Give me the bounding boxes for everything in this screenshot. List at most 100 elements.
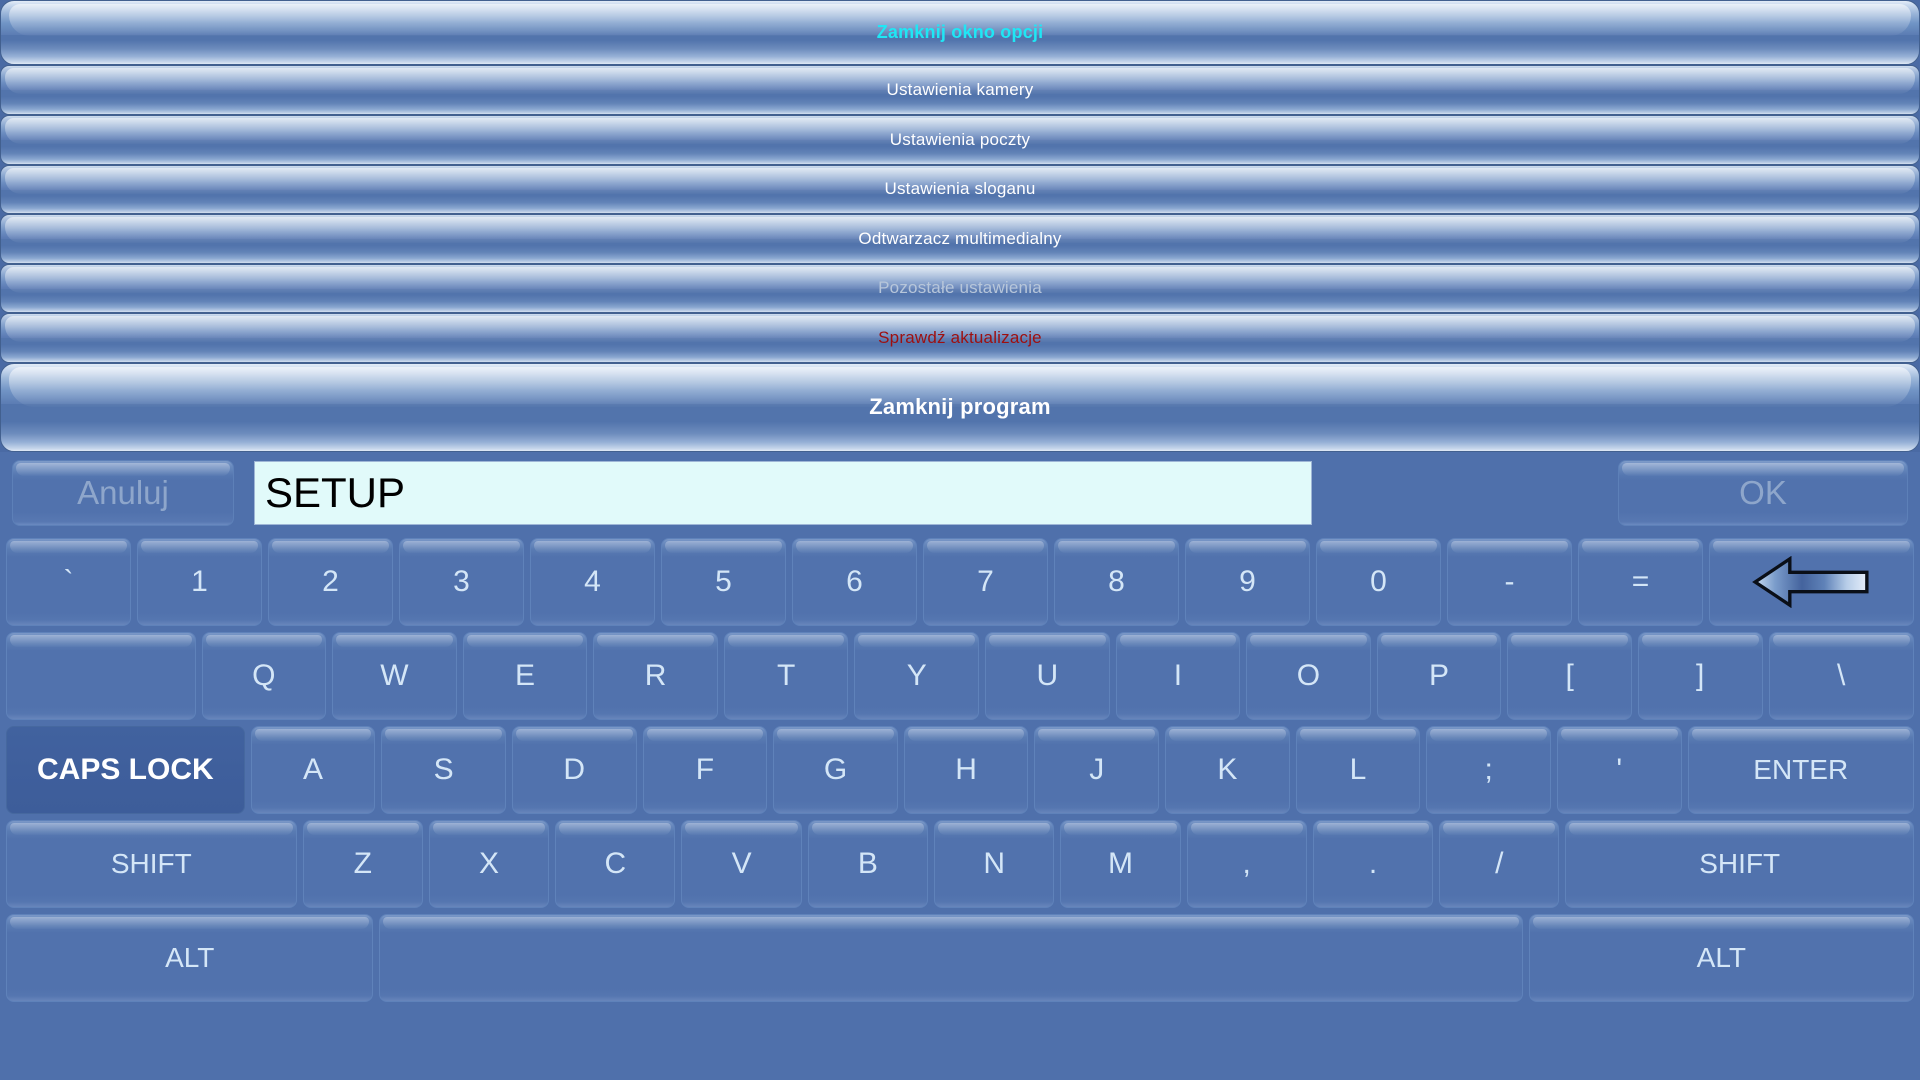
key-equals[interactable]: = <box>1578 538 1703 626</box>
key-z[interactable]: Z <box>302 820 423 908</box>
key-2[interactable]: 2 <box>268 538 393 626</box>
key-label: P <box>1429 659 1450 692</box>
key-label: 8 <box>1108 565 1125 598</box>
cancel-button[interactable]: Anuluj <box>12 460 234 526</box>
key-label: T <box>777 659 796 692</box>
key-6[interactable]: 6 <box>792 538 917 626</box>
key-t[interactable]: T <box>723 632 849 720</box>
key-label: M <box>1107 847 1133 880</box>
key-label: H <box>955 753 977 786</box>
key-l[interactable]: L <box>1295 726 1421 814</box>
key-j[interactable]: J <box>1034 726 1160 814</box>
key-label: ' <box>1616 753 1623 786</box>
key-o[interactable]: O <box>1246 632 1371 720</box>
key-alt-right[interactable]: ALT <box>1528 914 1914 1002</box>
key-shift-right[interactable]: SHIFT <box>1565 820 1914 908</box>
key-shift-left[interactable]: SHIFT <box>6 820 297 908</box>
key-label: N <box>983 847 1005 880</box>
menu-item-3[interactable]: Ustawienia sloganu <box>0 164 1920 215</box>
key-u[interactable]: U <box>985 632 1110 720</box>
key-s[interactable]: S <box>381 726 506 814</box>
key-label: R <box>644 659 667 692</box>
key-d[interactable]: D <box>511 726 637 814</box>
key-4[interactable]: 4 <box>530 538 655 626</box>
key-i[interactable]: I <box>1115 632 1241 720</box>
key-9[interactable]: 9 <box>1185 538 1310 626</box>
key-space[interactable] <box>379 914 1523 1002</box>
key-m[interactable]: M <box>1060 820 1181 908</box>
key-bracket-left[interactable]: [ <box>1507 632 1632 720</box>
menu-item-1[interactable]: Ustawienia kamery <box>0 65 1920 115</box>
key-label: Z <box>353 847 372 880</box>
key-label: [ <box>1565 659 1574 692</box>
key-w[interactable]: W <box>332 632 457 720</box>
key-label: 9 <box>1239 565 1256 598</box>
text-entry-bar: Anuluj SETUP OK <box>0 452 1920 534</box>
key-backspace[interactable] <box>1709 538 1914 626</box>
key-backslash[interactable]: \ <box>1768 632 1914 720</box>
key-label: - <box>1504 565 1515 598</box>
ok-button-label: OK <box>1739 474 1787 511</box>
key-b[interactable]: B <box>807 820 929 908</box>
menu-item-0[interactable]: Zamknij okno opcji <box>0 0 1920 66</box>
key-label: A <box>302 753 323 786</box>
key-x[interactable]: X <box>428 820 550 908</box>
key-p[interactable]: P <box>1376 632 1502 720</box>
key-label: ] <box>1696 659 1705 692</box>
key-label: E <box>515 659 536 692</box>
key-label: = <box>1631 565 1650 598</box>
key-y[interactable]: Y <box>854 632 980 720</box>
key-1[interactable]: 1 <box>137 538 262 626</box>
key-0[interactable]: 0 <box>1316 538 1441 626</box>
space-row: ALT ALT <box>6 914 1914 1002</box>
key-label: 4 <box>584 565 601 598</box>
menu-item-2[interactable]: Ustawienia poczty <box>0 114 1920 165</box>
menu-item-5[interactable]: Pozostałe ustawienia <box>0 263 1920 314</box>
key-minus[interactable]: - <box>1447 538 1572 626</box>
menu-item-6[interactable]: Sprawdź aktualizacje <box>0 313 1920 363</box>
key-label: I <box>1173 659 1183 692</box>
key-h[interactable]: H <box>903 726 1029 814</box>
key-e[interactable]: E <box>462 632 588 720</box>
key-label: C <box>604 847 627 880</box>
key-k[interactable]: K <box>1165 726 1290 814</box>
key-a[interactable]: A <box>250 726 376 814</box>
key-r[interactable]: R <box>593 632 718 720</box>
menu-item-7[interactable]: Zamknij program <box>0 362 1920 452</box>
key-3[interactable]: 3 <box>399 538 524 626</box>
key-enter[interactable]: ENTER <box>1687 726 1914 814</box>
key-comma[interactable]: , <box>1186 820 1307 908</box>
key-tab[interactable] <box>6 632 196 720</box>
key-alt-left[interactable]: ALT <box>6 914 374 1002</box>
key-slash[interactable]: / <box>1439 820 1560 908</box>
key-v[interactable]: V <box>681 820 802 908</box>
key-f[interactable]: F <box>642 726 768 814</box>
key-label: D <box>563 753 586 786</box>
options-menu-panel: Zamknij okno opcji Ustawienia kamery Ustaw… <box>0 0 1920 452</box>
key-label: K <box>1217 753 1238 786</box>
key-semicolon[interactable]: ; <box>1426 726 1551 814</box>
key-period[interactable]: . <box>1312 820 1434 908</box>
key-bracket-right[interactable]: ] <box>1637 632 1763 720</box>
key-c[interactable]: C <box>555 820 676 908</box>
key-8[interactable]: 8 <box>1054 538 1179 626</box>
key-label: G <box>823 753 848 786</box>
qwerty-row: Q W E R T Y U I O P [] \ <box>6 632 1914 720</box>
key-label: S <box>433 753 454 786</box>
key-apostrophe[interactable]: ' <box>1556 726 1682 814</box>
menu-item-label: Odtwarzacz multimedialny <box>858 228 1062 248</box>
key-g[interactable]: G <box>773 726 898 814</box>
key-backtick[interactable]: ` <box>6 538 131 626</box>
key-n[interactable]: N <box>934 820 1055 908</box>
menu-item-4[interactable]: Odtwarzacz multimedialny <box>0 214 1920 264</box>
key-label: ` <box>63 565 74 598</box>
key-5[interactable]: 5 <box>661 538 786 626</box>
key-q[interactable]: Q <box>201 632 327 720</box>
key-caps-lock[interactable]: CAPS LOCK <box>6 726 245 814</box>
key-label: X <box>479 847 500 880</box>
setup-text-input[interactable]: SETUP <box>254 461 1312 525</box>
menu-item-label: Zamknij program <box>869 394 1051 420</box>
ok-button[interactable]: OK <box>1618 460 1908 526</box>
key-7[interactable]: 7 <box>923 538 1048 626</box>
cancel-button-label: Anuluj <box>77 474 169 511</box>
